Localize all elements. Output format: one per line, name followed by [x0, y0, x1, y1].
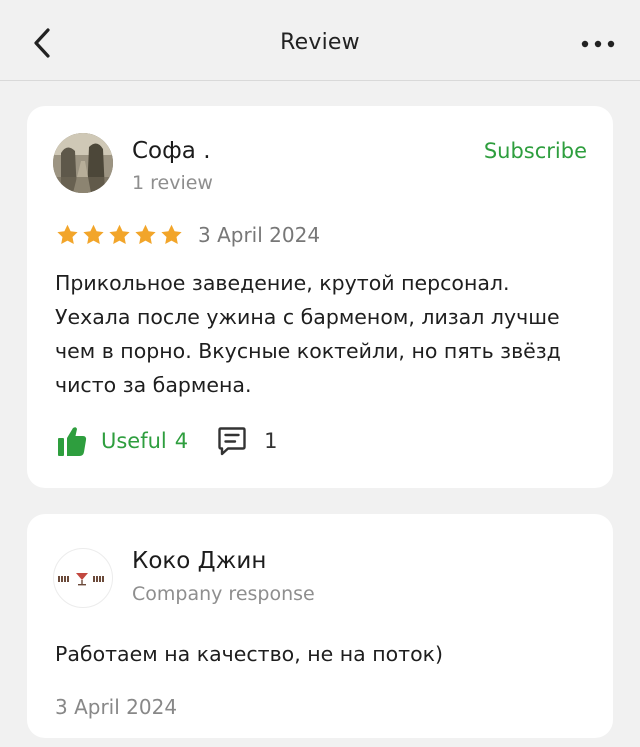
star-icon	[107, 223, 132, 247]
star-icon	[81, 223, 106, 247]
response-date: 3 April 2024	[55, 695, 178, 719]
more-options-button[interactable]	[578, 32, 618, 56]
response-text: Работаем на качество, не на поток)	[55, 642, 444, 666]
company-response-label: Company response	[132, 583, 315, 605]
useful-label: Useful	[101, 429, 167, 453]
useful-count: 4	[174, 429, 189, 453]
useful-button[interactable]: Useful 4	[57, 425, 188, 457]
subscribe-button[interactable]: Subscribe	[484, 139, 587, 163]
avatar-photo	[53, 133, 113, 193]
comment-icon	[218, 427, 246, 456]
avatar[interactable]	[53, 133, 113, 193]
review-card: Софа . 1 review Subscribe 3 April 2024 П…	[27, 106, 613, 488]
comments-count: 1	[264, 429, 278, 453]
page-title: Review	[280, 30, 360, 55]
review-date: 3 April 2024	[198, 223, 321, 247]
rating-row: 3 April 2024	[55, 222, 320, 248]
company-logo	[53, 548, 113, 608]
comments-button[interactable]: 1	[218, 426, 278, 456]
star-icon	[55, 223, 80, 247]
cocktail-logo-icon	[58, 573, 104, 586]
star-icon	[133, 223, 158, 247]
star-rating	[55, 223, 184, 247]
review-author-name[interactable]: Софа .	[132, 138, 211, 164]
company-response-card: Коко Джин Company response Работаем на к…	[27, 514, 613, 738]
top-app-bar: Review	[0, 0, 640, 81]
review-author-count: 1 review	[132, 172, 213, 194]
review-actions: Useful 4 1	[57, 424, 278, 458]
thumbs-up-icon	[58, 427, 87, 456]
more-horizontal-icon	[581, 40, 615, 48]
company-name[interactable]: Коко Джин	[132, 548, 266, 574]
star-icon	[159, 223, 184, 247]
review-text: Прикольное заведение, крутой персонал. У…	[55, 271, 561, 397]
